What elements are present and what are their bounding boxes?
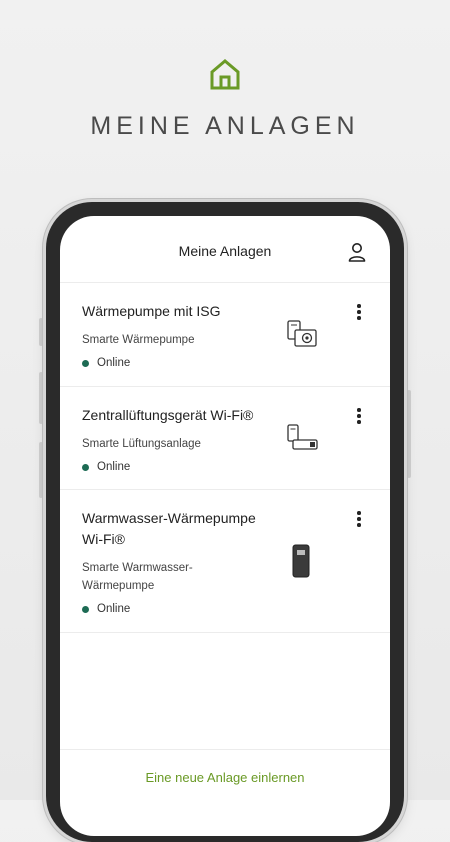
device-status: Online [82, 603, 390, 615]
status-label: Online [97, 357, 131, 369]
device-name: Zentrallüftungsgerät Wi-Fi® [82, 407, 254, 423]
add-device-link[interactable]: Eine neue Anlage einlernen [60, 770, 390, 785]
device-status: Online [82, 461, 390, 473]
more-options-icon[interactable] [356, 304, 362, 320]
device-type: Smarte Wärmepumpe [82, 334, 195, 346]
heatpump-isg-icon [287, 320, 317, 347]
phone-side-button [39, 372, 43, 424]
device-type: Smarte Lüftungsanlage [82, 438, 201, 450]
house-icon [210, 59, 240, 90]
status-label: Online [97, 603, 131, 615]
phone-side-button [39, 442, 43, 498]
device-name: Wärmepumpe mit ISG [82, 303, 221, 319]
phone-power-button [407, 390, 411, 478]
device-name: Warmwasser-Wärmepumpe Wi-Fi® [82, 510, 256, 547]
device-status: Online [82, 357, 390, 369]
footer-divider [60, 749, 390, 750]
user-icon[interactable] [348, 242, 366, 262]
phone-side-button [39, 318, 43, 346]
hero-title: MEINE ANLAGEN [90, 112, 360, 140]
app-header: Meine Anlagen [60, 216, 390, 283]
status-online-dot [82, 359, 89, 367]
device-item[interactable]: Zentrallüftungsgerät Wi-Fi® Smarte Lüftu… [60, 387, 390, 490]
water-heatpump-icon [292, 544, 310, 578]
app-screen: Meine Anlagen Wärmepumpe mit ISG Smarte … [60, 216, 390, 836]
status-online-dot [82, 463, 89, 471]
status-online-dot [82, 605, 89, 613]
ventilation-unit-icon [287, 424, 318, 450]
more-options-icon[interactable] [356, 511, 362, 527]
status-label: Online [97, 461, 131, 473]
device-item[interactable]: Wärmepumpe mit ISG Smarte Wärmepumpe Onl… [60, 283, 390, 387]
more-options-icon[interactable] [356, 408, 362, 424]
device-item[interactable]: Warmwasser-Wärmepumpe Wi-Fi® Smarte Warm… [60, 490, 390, 633]
page-title: Meine Anlagen [178, 243, 272, 259]
device-type: Smarte Warmwasser-Wärmepumpe [82, 562, 193, 592]
